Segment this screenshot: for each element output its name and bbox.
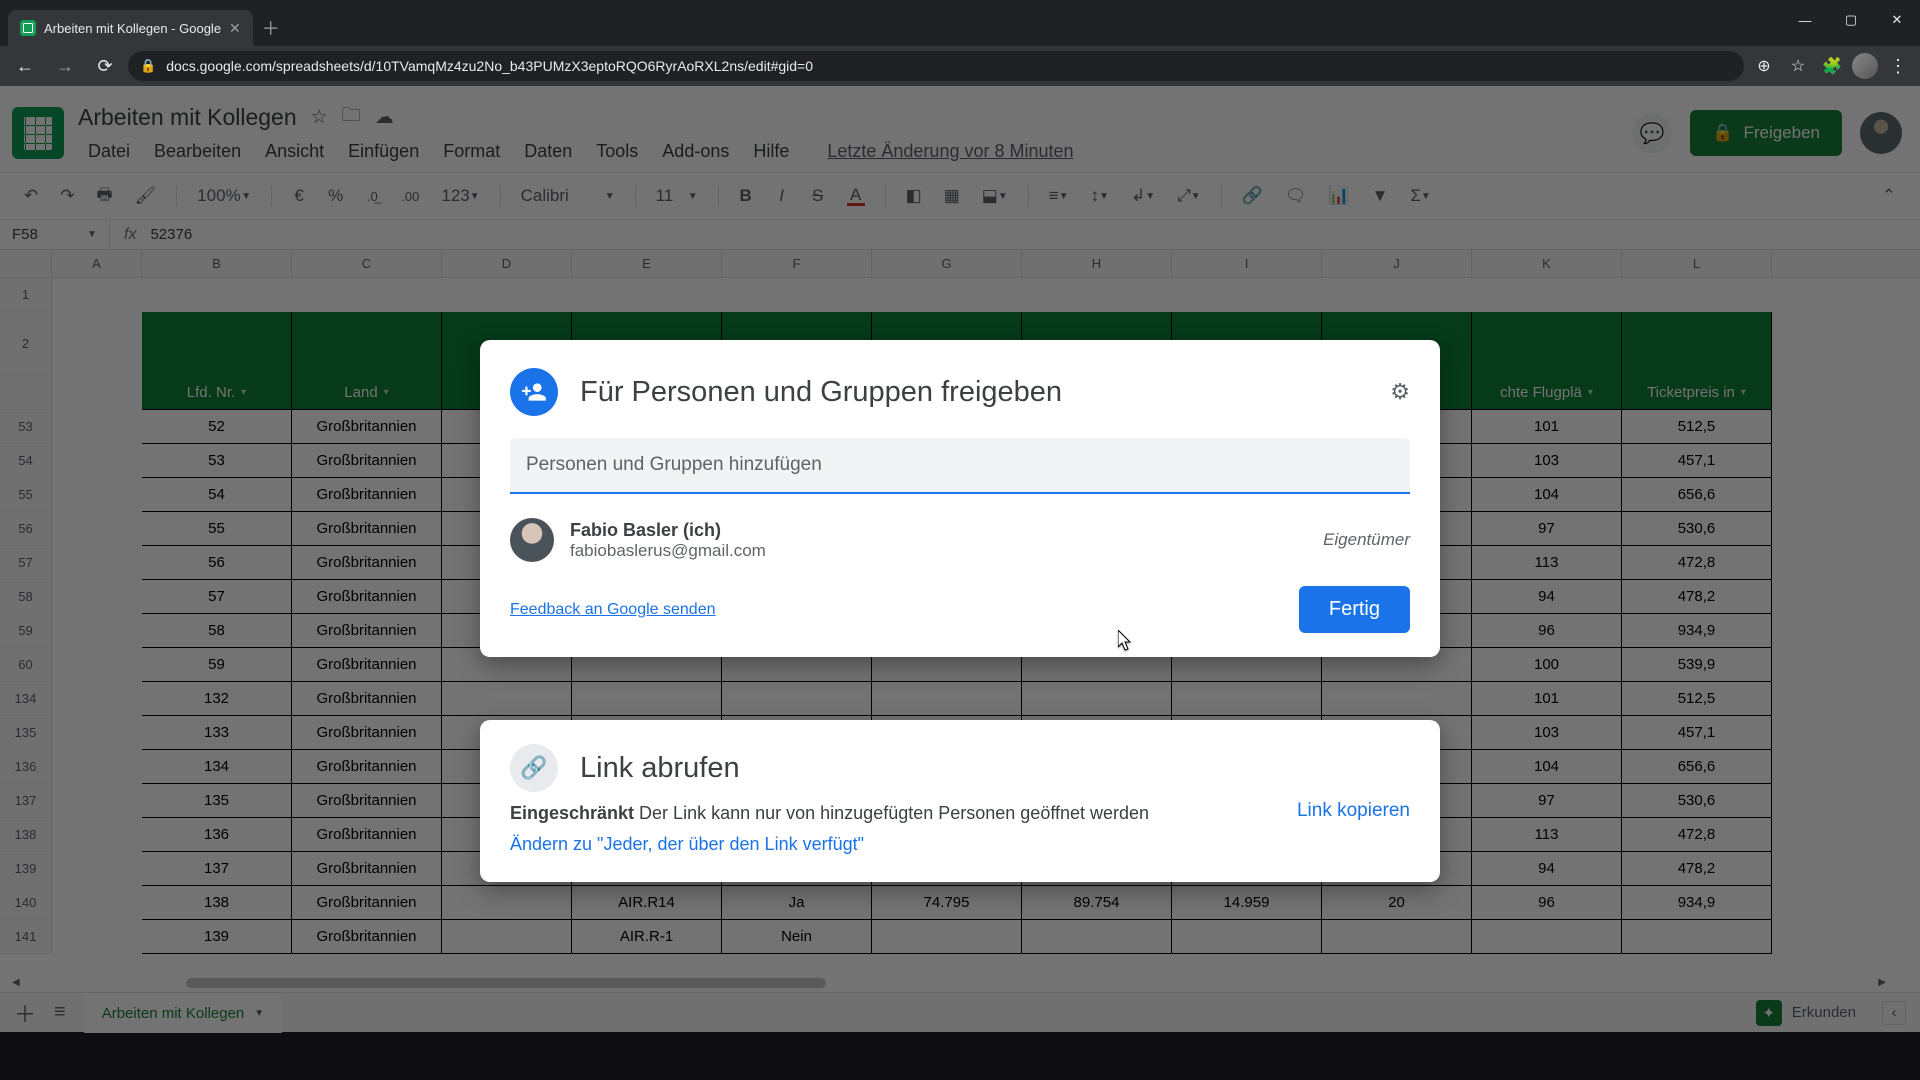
restricted-desc: Der Link kann nur von hinzugefügten Pers… [634,803,1149,823]
window-controls: ― ▢ ✕ [1782,0,1920,40]
restricted-label: Eingeschränkt [510,803,634,823]
forward-button[interactable]: → [48,49,82,83]
change-access-link[interactable]: Ändern zu "Jeder, der über den Link verf… [510,831,1267,858]
share-dialog: Für Personen und Gruppen freigeben ⚙ Fab… [480,340,1440,657]
feedback-link[interactable]: Feedback an Google senden [510,601,715,619]
zoom-icon[interactable]: ⊕ [1750,52,1778,80]
add-people-input[interactable] [510,438,1410,494]
new-tab-button[interactable]: ＋ [257,14,285,42]
omnibox[interactable]: 🔒 docs.google.com/spreadsheets/d/10TVamq… [128,51,1744,81]
sheets-favicon [20,20,36,36]
bookmark-icon[interactable]: ☆ [1784,52,1812,80]
extensions-icon[interactable]: 🧩 [1818,52,1846,80]
user-role: Eigentümer [1323,530,1410,550]
share-dialog-title: Für Personen und Gruppen freigeben [580,376,1368,409]
share-settings-icon[interactable]: ⚙ [1390,379,1410,405]
lock-icon: 🔒 [140,58,156,74]
window-close[interactable]: ✕ [1874,0,1920,40]
window-maximize[interactable]: ▢ [1828,0,1874,40]
user-email: fabiobaslerus@gmail.com [570,541,1307,561]
get-link-title: Link abrufen [580,752,1410,785]
window-minimize[interactable]: ― [1782,0,1828,40]
back-button[interactable]: ← [8,49,42,83]
share-user-row: Fabio Basler (ich) fabiobaslerus@gmail.c… [510,512,1410,576]
tab-title: Arbeiten mit Kollegen - Google [44,21,221,36]
user-avatar [510,518,554,562]
done-button[interactable]: Fertig [1299,586,1410,633]
get-link-dialog: 🔗 Link abrufen Eingeschränkt Der Link ka… [480,720,1440,882]
copy-link-button[interactable]: Link kopieren [1297,800,1410,822]
user-name: Fabio Basler (ich) [570,520,1307,541]
url-text: docs.google.com/spreadsheets/d/10TVamqMz… [166,58,813,74]
tab-close-icon[interactable]: ✕ [229,20,241,37]
chrome-menu-icon[interactable]: ⋮ [1884,52,1912,80]
tab-strip: Arbeiten mit Kollegen - Google ✕ ＋ [0,0,1920,46]
link-icon: 🔗 [510,744,558,792]
share-people-icon [510,368,558,416]
browser-tab[interactable]: Arbeiten mit Kollegen - Google ✕ [8,10,253,46]
address-bar: ← → ⟳ 🔒 docs.google.com/spreadsheets/d/1… [0,46,1920,86]
profile-avatar-small[interactable] [1852,53,1878,79]
reload-button[interactable]: ⟳ [88,49,122,83]
